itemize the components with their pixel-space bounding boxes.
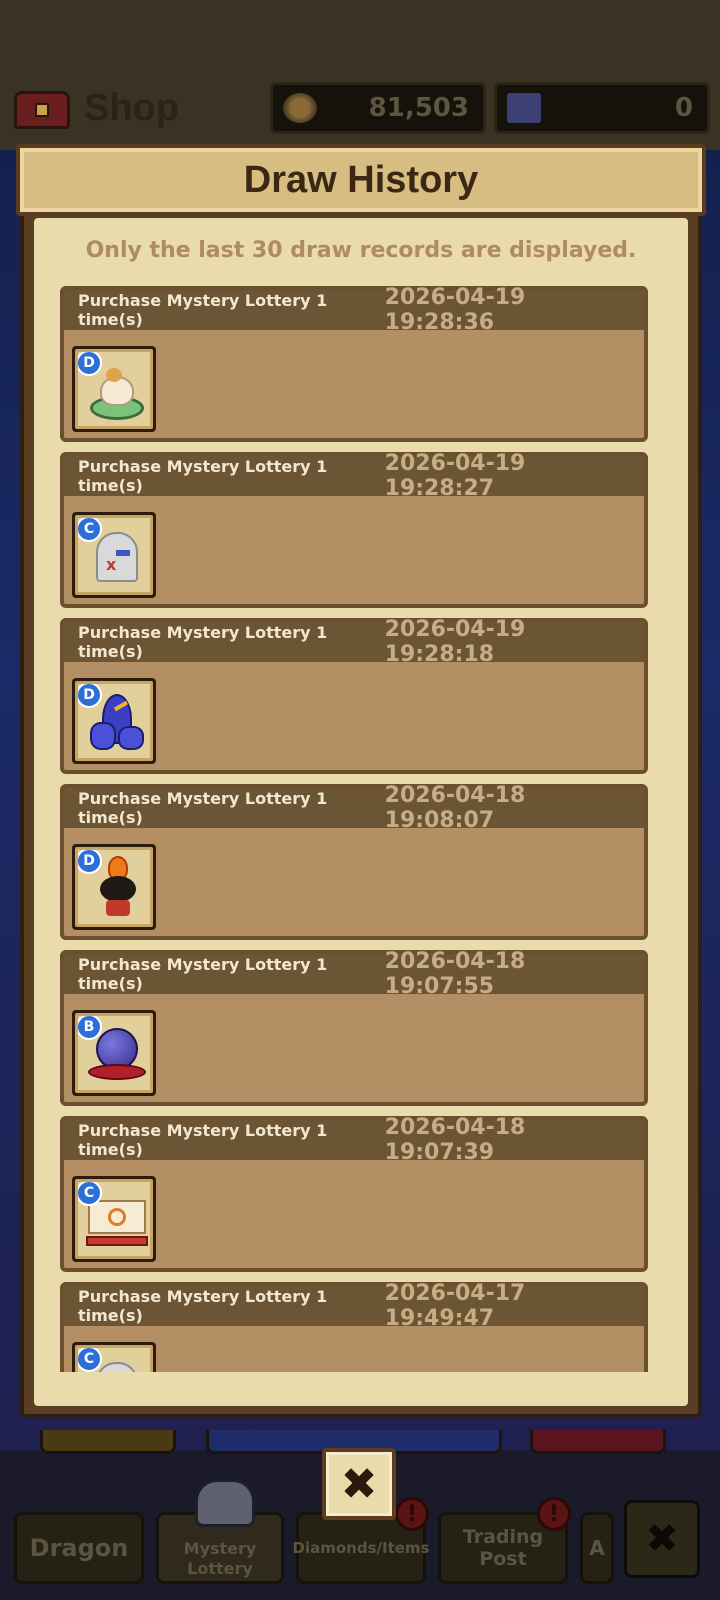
tab-diamonds-items[interactable]: ! Diamonds/Items (293, 1497, 429, 1584)
fire-creature-icon (96, 856, 140, 922)
tab-mystery-lottery[interactable]: Mystery Lottery (156, 1479, 284, 1584)
item-card[interactable]: D (72, 844, 156, 930)
modal-title-bar: Draw History (16, 144, 706, 216)
grade-badge: D (78, 850, 102, 874)
record-label: Purchase Mystery Lottery 1 time(s) (78, 623, 328, 661)
draw-record: Purchase Mystery Lottery 1 time(s) 2026-… (60, 1281, 648, 1372)
close-modal-button[interactable]: ✖ (322, 1448, 396, 1520)
draw-record: Purchase Mystery Lottery 1 time(s) 2026-… (60, 617, 648, 774)
gold-amount: 81,503 (368, 93, 469, 123)
record-label: Purchase Mystery Lottery 1 time(s) (78, 1121, 328, 1159)
record-time: 2026-04-19 19:28:27 (384, 451, 526, 501)
close-icon: ✖ (645, 1516, 679, 1562)
item-card[interactable]: C (72, 1342, 156, 1372)
shop-close-button[interactable]: ✖ (624, 1500, 700, 1578)
draw-record: Purchase Mystery Lottery 1 time(s) 2026-… (60, 1115, 648, 1272)
record-label: Purchase Mystery Lottery 1 time(s) (78, 291, 328, 329)
item-card[interactable]: D (72, 346, 156, 432)
lottery-mascot-icon (195, 1479, 255, 1527)
record-header: Purchase Mystery Lottery 1 time(s) 2026-… (64, 783, 644, 833)
dim-button-strip (530, 1430, 666, 1454)
draw-record: Purchase Mystery Lottery 1 time(s) 2026-… (60, 783, 648, 940)
tab-lottery-line2: Lottery (187, 1559, 253, 1578)
item-card[interactable]: D (72, 678, 156, 764)
gold-counter: 81,503 (270, 82, 486, 134)
record-label: Purchase Mystery Lottery 1 time(s) (78, 955, 328, 993)
modal-title: Draw History (243, 158, 479, 201)
tab-lottery-line1: Mystery (183, 1539, 257, 1558)
compass-coin-icon (283, 93, 317, 123)
tab-partial[interactable]: A (580, 1512, 614, 1584)
shop-title: Shop (84, 86, 179, 129)
tab-trading-post[interactable]: ! Trading Post (438, 1497, 571, 1584)
record-label: Purchase Mystery Lottery 1 time(s) (78, 1287, 328, 1325)
record-header: Purchase Mystery Lottery 1 time(s) 2026-… (64, 286, 644, 335)
grade-badge: B (78, 1016, 102, 1040)
tab-diamonds-label: Diamonds/Items (292, 1539, 430, 1557)
record-header: Purchase Mystery Lottery 1 time(s) 2026-… (64, 617, 644, 667)
record-header: Purchase Mystery Lottery 1 time(s) 2026-… (64, 949, 644, 999)
ticket-counter: 0 (494, 82, 710, 134)
record-header: Purchase Mystery Lottery 1 time(s) 2026-… (64, 451, 644, 501)
record-header: Purchase Mystery Lottery 1 time(s) 2026-… (64, 1115, 644, 1165)
tab-partial-label: A (589, 1536, 605, 1560)
close-icon: ✖ (340, 1458, 378, 1510)
grade-badge: D (78, 684, 102, 708)
ticket-icon (507, 93, 541, 123)
treasure-chest-icon (10, 83, 74, 133)
record-time: 2026-04-18 19:07:39 (384, 1115, 526, 1165)
draw-record: Purchase Mystery Lottery 1 time(s) 2026-… (60, 286, 648, 442)
record-header: Purchase Mystery Lottery 1 time(s) 2026-… (64, 1281, 644, 1331)
record-time: 2026-04-18 19:08:07 (384, 783, 526, 833)
draw-record: Purchase Mystery Lottery 1 time(s) 2026-… (60, 949, 648, 1106)
record-time: 2026-04-18 19:07:55 (384, 949, 526, 999)
grade-badge: D (78, 352, 102, 376)
shop-header: Shop (10, 80, 179, 136)
tab-lottery-label: Mystery Lottery (184, 1539, 257, 1579)
record-time: 2026-04-19 19:28:36 (384, 286, 526, 335)
tab-trading-label: Trading Post (462, 1526, 544, 1570)
tombstone-icon: x (92, 528, 142, 588)
bottom-tab-bar: Dragon Mystery Lottery ! Diamonds/Items … (14, 1479, 704, 1588)
draw-record: Purchase Mystery Lottery 1 time(s) 2026-… (60, 451, 648, 608)
tab-dragon-label: Dragon (29, 1534, 129, 1562)
record-time: 2026-04-19 19:28:18 (384, 617, 526, 667)
dim-button-strip (40, 1430, 176, 1454)
cake-icon (90, 366, 144, 422)
grade-badge: C (78, 518, 102, 542)
draw-history-modal: Draw History Only the last 30 draw recor… (16, 144, 706, 1420)
grade-badge: C (78, 1348, 102, 1372)
alert-icon: ! (395, 1497, 429, 1531)
record-label: Purchase Mystery Lottery 1 time(s) (78, 789, 328, 827)
record-label: Purchase Mystery Lottery 1 time(s) (78, 457, 328, 495)
ticket-amount: 0 (674, 93, 693, 123)
draw-record-list[interactable]: Purchase Mystery Lottery 1 time(s) 2026-… (60, 286, 648, 1372)
item-card[interactable]: C (72, 1176, 156, 1262)
grade-badge: C (78, 1182, 102, 1206)
item-card[interactable]: B (72, 1010, 156, 1096)
item-card[interactable]: C x (72, 512, 156, 598)
records-notice: Only the last 30 draw records are displa… (85, 238, 637, 263)
tab-dragon[interactable]: Dragon (14, 1512, 144, 1584)
alert-icon: ! (537, 1497, 571, 1531)
record-time: 2026-04-17 19:49:47 (384, 1281, 526, 1331)
